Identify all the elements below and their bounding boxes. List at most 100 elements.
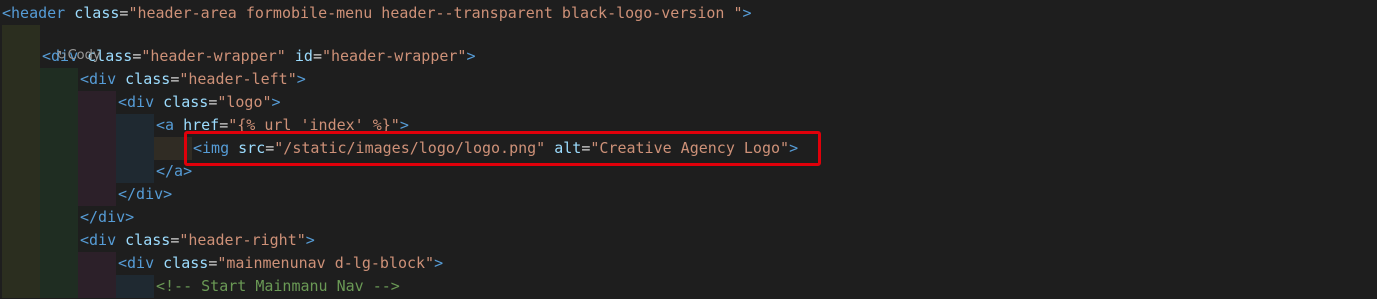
indent-guide bbox=[40, 137, 78, 160]
code-token-str: "header-wrapper" bbox=[321, 47, 467, 65]
code-line[interactable]: <!-- Start Mainmanu Nav --> bbox=[0, 275, 1377, 298]
indent-guide bbox=[78, 160, 116, 183]
code-token-eq: = bbox=[132, 47, 142, 65]
code-token-tag: <img bbox=[193, 139, 230, 157]
code-line[interactable]: <div class="logo"> bbox=[0, 91, 1377, 114]
indent-guide bbox=[2, 160, 40, 183]
code-token-tag: </a> bbox=[156, 162, 193, 180]
indent-guide bbox=[2, 45, 40, 68]
code-line-text: <img src="/static/images/logo/logo.png" … bbox=[193, 137, 798, 160]
code-token-tag: > bbox=[271, 93, 281, 111]
indent-guide bbox=[40, 91, 78, 114]
code-line-text: </div> bbox=[118, 183, 172, 206]
indent-guide bbox=[78, 183, 116, 206]
indent-guide bbox=[40, 206, 78, 229]
indent-guide bbox=[2, 114, 40, 137]
code-line[interactable]: <header class="header-area formobile-men… bbox=[0, 2, 1377, 25]
indent-guide bbox=[40, 114, 78, 137]
indent-guide bbox=[2, 229, 40, 252]
code-token-tag: > bbox=[399, 116, 409, 134]
indent-guide bbox=[78, 114, 116, 137]
code-line[interactable]: </div> bbox=[0, 206, 1377, 229]
code-token-tag: > bbox=[742, 4, 752, 22]
code-line[interactable]: <div class="mainmenunav d-lg-block"> bbox=[0, 252, 1377, 275]
code-token-eq bbox=[65, 4, 74, 22]
code-token-attr: id bbox=[294, 47, 313, 65]
code-token-attr: src bbox=[238, 139, 266, 157]
indent-guide bbox=[78, 91, 116, 114]
indent-guide bbox=[2, 275, 40, 298]
indent-guide bbox=[40, 160, 78, 183]
code-token-tag: > bbox=[296, 70, 306, 88]
indent-guide bbox=[78, 137, 116, 160]
code-token-attr: class bbox=[125, 70, 171, 88]
code-token-str: "mainmenunav d-lg-block" bbox=[217, 254, 435, 272]
code-line-text: </a> bbox=[156, 160, 192, 183]
code-line-text: <a href="{% url 'index' %}"> bbox=[156, 114, 409, 137]
code-line-text: </div> bbox=[80, 206, 134, 229]
indent-guide bbox=[2, 137, 40, 160]
code-token-eq bbox=[286, 47, 295, 65]
indent-guide bbox=[2, 91, 40, 114]
code-token-eq: = bbox=[312, 47, 322, 65]
code-token-tag: <div bbox=[118, 254, 155, 272]
code-line[interactable]: <div class="header-left"> bbox=[0, 68, 1377, 91]
indent-guide bbox=[78, 275, 116, 298]
code-line-text: <div class="header-right"> bbox=[80, 229, 315, 252]
code-token-eq: = bbox=[170, 70, 180, 88]
code-token-attr: alt bbox=[554, 139, 582, 157]
code-token-tag: > bbox=[305, 231, 315, 249]
code-token-eq bbox=[116, 70, 125, 88]
code-token-str: "header-area formobile-menu header--tran… bbox=[128, 4, 743, 22]
code-line[interactable]: </a> bbox=[0, 160, 1377, 183]
code-token-attr: class bbox=[163, 254, 209, 272]
code-line-text: <!-- Start Mainmanu Nav --> bbox=[156, 275, 400, 298]
code-token-eq: = bbox=[170, 231, 180, 249]
code-token-str: "Creative Agency Logo" bbox=[590, 139, 790, 157]
code-line-text: <div class="mainmenunav d-lg-block"> bbox=[118, 252, 443, 275]
code-token-attr: href bbox=[183, 116, 220, 134]
code-line[interactable]: <div class="header-wrapper" id="header-w… bbox=[0, 45, 1377, 68]
code-token-eq: = bbox=[265, 139, 275, 157]
code-token-str: "/static/images/logo/logo.png" bbox=[274, 139, 546, 157]
indent-guide bbox=[40, 229, 78, 252]
code-token-eq: = bbox=[208, 254, 218, 272]
indent-guide bbox=[154, 137, 192, 160]
code-editor[interactable]: <header class="header-area formobile-men… bbox=[0, 0, 1377, 299]
code-token-tag: <div bbox=[80, 231, 117, 249]
code-token-tag: > bbox=[789, 139, 799, 157]
code-token-eq: = bbox=[208, 93, 218, 111]
indent-guide bbox=[116, 114, 154, 137]
code-line-text: <div class="header-wrapper" id="header-w… bbox=[42, 45, 476, 68]
code-token-str: "{% url 'index' %}" bbox=[228, 116, 400, 134]
indent-guide bbox=[78, 252, 116, 275]
code-token-eq bbox=[154, 93, 163, 111]
code-token-eq bbox=[174, 116, 183, 134]
indent-guide bbox=[2, 183, 40, 206]
code-token-attr: class bbox=[74, 4, 120, 22]
code-token-tag: <div bbox=[118, 93, 155, 111]
code-token-attr: class bbox=[125, 231, 171, 249]
code-lens-author-name: Cody bbox=[67, 48, 101, 63]
code-token-eq bbox=[116, 231, 125, 249]
code-token-comment: <!-- Start Mainmanu Nav --> bbox=[156, 277, 400, 295]
code-lens-author[interactable]: ↻Cody bbox=[40, 25, 101, 63]
code-line-highlighted[interactable]: <img src="/static/images/logo/logo.png" … bbox=[0, 137, 1377, 160]
code-token-str: "logo" bbox=[217, 93, 272, 111]
code-line[interactable]: <div class="header-right"> bbox=[0, 229, 1377, 252]
indent-guide bbox=[2, 68, 40, 91]
code-token-eq bbox=[154, 254, 163, 272]
code-token-str: "header-right" bbox=[179, 231, 306, 249]
code-line[interactable]: </div> bbox=[0, 183, 1377, 206]
code-token-tag: </div> bbox=[80, 208, 135, 226]
indent-guide bbox=[40, 275, 78, 298]
indent-guide bbox=[2, 25, 40, 45]
indent-guide bbox=[40, 183, 78, 206]
code-line-text: <div class="header-left"> bbox=[80, 68, 306, 91]
indent-guide bbox=[116, 160, 154, 183]
code-token-tag: <a bbox=[156, 116, 175, 134]
code-token-eq bbox=[229, 139, 238, 157]
code-token-tag: </div> bbox=[118, 185, 173, 203]
code-token-eq bbox=[545, 139, 554, 157]
code-line[interactable]: <a href="{% url 'index' %}"> bbox=[0, 114, 1377, 137]
